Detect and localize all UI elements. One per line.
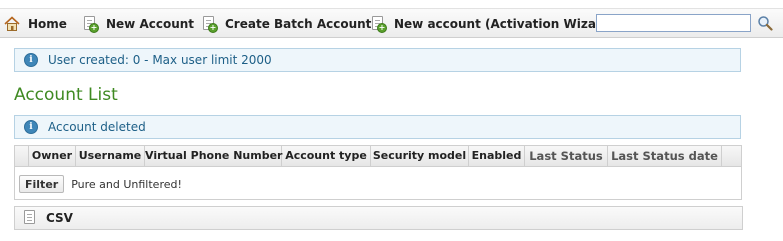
column-header-enabled[interactable]: Enabled [469, 146, 525, 166]
column-header-select [15, 146, 29, 166]
column-header-last-status[interactable]: Last Status [525, 146, 608, 166]
search-icon[interactable] [757, 15, 773, 31]
column-header-last-status-date[interactable]: Last Status date [608, 146, 722, 166]
filter-row: Filter Pure and Unfiltered! [19, 175, 182, 193]
home-icon [4, 16, 20, 32]
document-icon [22, 210, 38, 226]
info-icon: i [24, 53, 38, 67]
nav-activation-wizard[interactable]: + New account (Activation Wizard) [370, 9, 616, 39]
info-icon: i [24, 120, 38, 134]
nav-create-batch-account[interactable]: + Create Batch Account [201, 9, 371, 39]
column-header-username[interactable]: Username [76, 146, 145, 166]
csv-export-button[interactable]: CSV [14, 206, 743, 230]
filter-button[interactable]: Filter [19, 175, 65, 193]
info-message-text: User created: 0 - Max user limit 2000 [48, 53, 272, 67]
search-input[interactable] [596, 14, 751, 32]
csv-label: CSV [46, 211, 73, 225]
nav-home-label: Home [28, 17, 67, 31]
nav-create-batch-account-label: Create Batch Account [225, 17, 372, 31]
new-document-icon: + [82, 16, 99, 33]
nav-new-account[interactable]: + New Account [82, 9, 194, 39]
table-header: Owner Username Virtual Phone Number Acco… [15, 146, 741, 167]
nav-home[interactable]: Home [4, 9, 67, 39]
new-document-icon: + [201, 16, 218, 33]
info-message-user-created: i User created: 0 - Max user limit 2000 [14, 48, 741, 72]
nav-new-account-label: New Account [106, 17, 195, 31]
info-message-account-deleted: i Account deleted [14, 115, 741, 139]
info-message-text: Account deleted [48, 120, 146, 134]
filter-status-text: Pure and Unfiltered! [71, 177, 182, 191]
column-header-virtual-phone-number[interactable]: Virtual Phone Number [145, 146, 282, 166]
column-header-owner[interactable]: Owner [29, 146, 76, 166]
new-document-icon: + [370, 16, 387, 33]
nav-activation-wizard-label: New account (Activation Wizard) [394, 17, 616, 31]
column-header-security-model[interactable]: Security model [371, 146, 469, 166]
column-header-account-type[interactable]: Account type [282, 146, 371, 166]
account-table: Owner Username Virtual Phone Number Acco… [14, 145, 742, 200]
page-title: Account List [14, 85, 118, 105]
